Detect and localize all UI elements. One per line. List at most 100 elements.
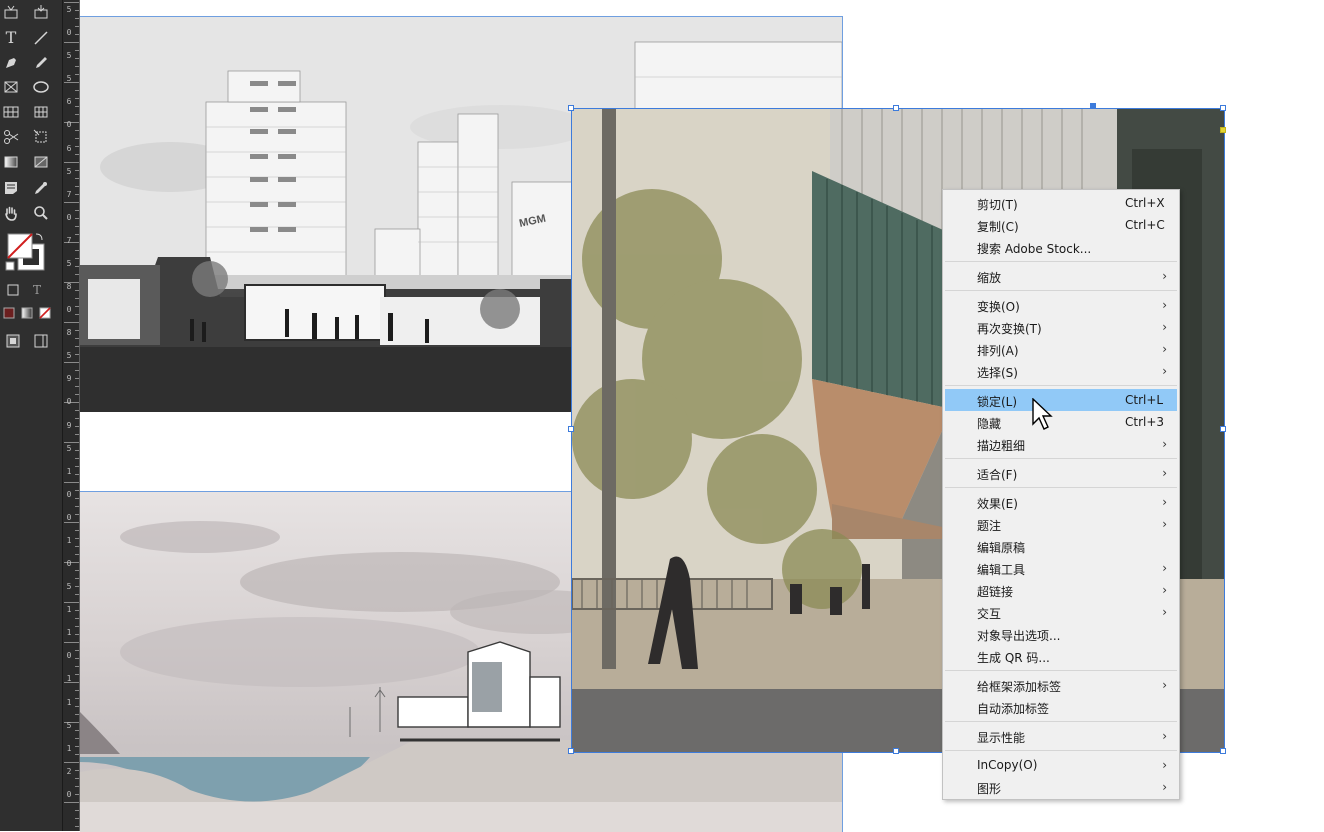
rectangle-frame-icon[interactable] bbox=[0, 77, 22, 97]
menu-separator bbox=[945, 385, 1177, 386]
eyedropper-icon[interactable] bbox=[30, 178, 52, 198]
menu-item-hide[interactable]: 隐藏 Ctrl+3 bbox=[945, 411, 1177, 433]
ruler-tick bbox=[64, 2, 79, 3]
selection-handle-bottom-right[interactable] bbox=[1220, 748, 1226, 754]
menu-item-search-adobe-stock[interactable]: 搜索 Adobe Stock... bbox=[945, 236, 1177, 258]
menu-item-edit-with[interactable]: 编辑工具 › bbox=[945, 557, 1177, 579]
menu-item-label: InCopy(O) bbox=[977, 758, 1038, 772]
menu-separator bbox=[945, 721, 1177, 722]
type-tool-icon[interactable]: T bbox=[0, 28, 22, 48]
ruler-tick bbox=[75, 554, 79, 555]
menu-item-effects[interactable]: 效果(E) › bbox=[945, 491, 1177, 513]
menu-item-select[interactable]: 选择(S) › bbox=[945, 360, 1177, 382]
menu-item-transform-again[interactable]: 再次变换(T) › bbox=[945, 316, 1177, 338]
submenu-arrow-icon: › bbox=[1162, 583, 1167, 597]
ruler-label: 1 bbox=[66, 605, 72, 614]
gradient-swatch-icon[interactable] bbox=[0, 152, 22, 172]
ruler-tick bbox=[75, 234, 79, 235]
menu-item-label: 变换(O) bbox=[977, 300, 1020, 314]
menu-item-label: 搜索 Adobe Stock... bbox=[977, 242, 1092, 256]
line-tool-icon[interactable] bbox=[30, 28, 52, 48]
menu-item-label: 显示性能 bbox=[977, 731, 1026, 745]
content-placer-icon[interactable] bbox=[30, 2, 52, 22]
note-tool-icon[interactable] bbox=[0, 178, 22, 198]
menu-item-label: 给框架添加标签 bbox=[977, 680, 1062, 694]
ruler-tick bbox=[75, 274, 79, 275]
ruler-tick bbox=[75, 130, 79, 131]
ruler-tick bbox=[64, 602, 79, 603]
content-grabber-icon[interactable] bbox=[0, 2, 22, 22]
ellipse-tool-icon[interactable] bbox=[30, 77, 52, 97]
selection-handle-middle-right[interactable] bbox=[1220, 426, 1226, 432]
fill-stroke-swatch-icon[interactable] bbox=[4, 232, 48, 272]
ruler-tick bbox=[75, 298, 79, 299]
menu-item-hyperlinks[interactable]: 超链接 › bbox=[945, 579, 1177, 601]
free-transform-icon[interactable] bbox=[30, 127, 52, 147]
ruler-tick bbox=[75, 10, 79, 11]
ruler-label: 2 bbox=[66, 767, 72, 776]
menu-item-arrange[interactable]: 排列(A) › bbox=[945, 338, 1177, 360]
pencil-tool-icon[interactable] bbox=[30, 53, 52, 73]
ruler-tick bbox=[75, 394, 79, 395]
ruler-label: 0 bbox=[66, 651, 72, 660]
ruler-tick bbox=[75, 738, 79, 739]
ruler-label: 6 bbox=[66, 97, 72, 106]
menu-item-fitting[interactable]: 适合(F) › bbox=[945, 462, 1177, 484]
normal-view-icon[interactable] bbox=[2, 331, 24, 351]
menu-item-object-export-options[interactable]: 对象导出选项... bbox=[945, 623, 1177, 645]
grid-icon[interactable] bbox=[30, 102, 52, 122]
menu-item-incopy[interactable]: InCopy(O) › bbox=[945, 754, 1177, 776]
ruler-tick bbox=[64, 42, 79, 43]
selection-handle-bottom-left[interactable] bbox=[568, 748, 574, 754]
formatting-container-icon[interactable] bbox=[2, 280, 24, 300]
ruler-tick bbox=[75, 26, 79, 27]
selection-handle-top-left[interactable] bbox=[568, 105, 574, 111]
formatting-text-icon[interactable]: T bbox=[26, 280, 48, 300]
menu-item-autotag[interactable]: 自动添加标签 bbox=[945, 696, 1177, 718]
corner-options-handle[interactable] bbox=[1220, 127, 1226, 133]
ruler-tick bbox=[75, 666, 79, 667]
vertical-ruler[interactable]: 5 0 5 5 6 0 6 5 7 0 7 5 8 0 8 5 9 0 9 5 1 0 0 1 0 5 1 1 0 1 1 5 1 2 0 bbox=[63, 0, 80, 831]
menu-item-stroke-weight[interactable]: 描边粗细 › bbox=[945, 433, 1177, 455]
selection-handle-top-right[interactable] bbox=[1220, 105, 1226, 111]
menu-item-generate-qr-code[interactable]: 生成 QR 码... bbox=[945, 645, 1177, 667]
menu-item-zoom[interactable]: 缩放 › bbox=[945, 265, 1177, 287]
menu-item-captions[interactable]: 题注 › bbox=[945, 513, 1177, 535]
menu-item-label: 适合(F) bbox=[977, 468, 1018, 482]
menu-item-interactive[interactable]: 交互 › bbox=[945, 601, 1177, 623]
submenu-arrow-icon: › bbox=[1162, 605, 1167, 619]
menu-item-label: 超链接 bbox=[977, 585, 1014, 599]
zoom-tool-icon[interactable] bbox=[30, 203, 52, 223]
menu-item-display-performance[interactable]: 显示性能 › bbox=[945, 725, 1177, 747]
ruler-label: 8 bbox=[66, 328, 72, 337]
selection-handle-top-center[interactable] bbox=[893, 105, 899, 111]
selection-handle-bottom-center[interactable] bbox=[893, 748, 899, 754]
apply-none-icon[interactable] bbox=[34, 303, 56, 323]
ruler-tick bbox=[75, 658, 79, 659]
menu-item-graphics[interactable]: 图形 › bbox=[945, 776, 1177, 798]
selection-handle-middle-left[interactable] bbox=[568, 426, 574, 432]
menu-item-lock[interactable]: 锁定(L) Ctrl+L bbox=[945, 389, 1177, 411]
pen-tool-icon[interactable] bbox=[0, 53, 22, 73]
menu-item-cut[interactable]: 剪切(T) Ctrl+X bbox=[945, 192, 1177, 214]
hand-tool-icon[interactable] bbox=[0, 203, 22, 223]
menu-item-transform[interactable]: 变换(O) › bbox=[945, 294, 1177, 316]
screen-mode-icon[interactable] bbox=[30, 331, 52, 351]
menu-item-tag-frame[interactable]: 给框架添加标签 › bbox=[945, 674, 1177, 696]
ruler-label: 9 bbox=[66, 421, 72, 430]
ruler-tick bbox=[75, 330, 79, 331]
ruler-tick bbox=[75, 370, 79, 371]
table-icon[interactable] bbox=[0, 102, 22, 122]
menu-item-edit-original[interactable]: 编辑原稿 bbox=[945, 535, 1177, 557]
ruler-tick bbox=[75, 506, 79, 507]
selection-handle-content[interactable] bbox=[1090, 103, 1096, 109]
gradient-feather-icon[interactable] bbox=[30, 152, 52, 172]
menu-item-label: 生成 QR 码... bbox=[977, 651, 1050, 665]
scissors-icon[interactable] bbox=[0, 127, 22, 147]
ruler-label: 0 bbox=[66, 513, 72, 522]
ruler-tick bbox=[75, 466, 79, 467]
ruler-tick bbox=[75, 426, 79, 427]
menu-item-copy[interactable]: 复制(C) Ctrl+C bbox=[945, 214, 1177, 236]
menu-item-label: 描边粗细 bbox=[977, 439, 1026, 453]
ruler-tick bbox=[75, 258, 79, 259]
